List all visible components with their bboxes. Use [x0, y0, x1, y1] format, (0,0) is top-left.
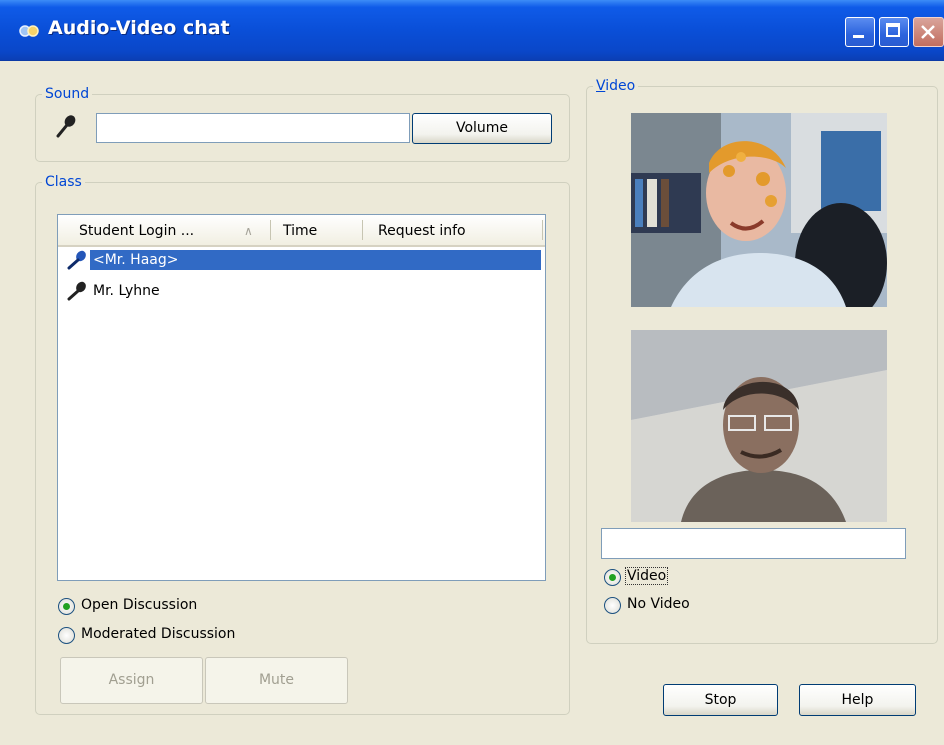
audio-video-chat-window: Audio-Video chat Sound Volume Class Stud…	[0, 0, 944, 745]
list-header: Student Login ... ∧ Time Request info	[58, 215, 545, 247]
list-item[interactable]: Mr. Lyhne	[58, 279, 545, 303]
column-time[interactable]: Time	[272, 215, 363, 245]
sort-ascending-icon: ∧	[244, 224, 253, 238]
column-label: Request info	[378, 223, 466, 239]
open-discussion-radio[interactable]	[58, 598, 75, 615]
microphone-icon	[67, 281, 86, 301]
close-icon	[921, 25, 935, 39]
microphone-icon	[67, 250, 86, 270]
moderated-discussion-label[interactable]: Moderated Discussion	[81, 626, 235, 642]
sound-group-label: Sound	[42, 85, 93, 103]
student-list[interactable]: Student Login ... ∧ Time Request info <M…	[57, 214, 546, 581]
help-button[interactable]: Help	[799, 684, 916, 716]
local-video-feed	[631, 330, 887, 522]
local-video-image	[631, 330, 887, 522]
maximize-icon	[886, 23, 900, 37]
volume-button[interactable]: Volume	[412, 113, 552, 144]
video-status-field	[601, 528, 906, 559]
window-title: Audio-Video chat	[48, 17, 230, 39]
column-label: Time	[283, 223, 318, 239]
stop-button[interactable]: Stop	[663, 684, 778, 716]
app-icon	[19, 25, 39, 37]
moderated-discussion-radio[interactable]	[58, 627, 75, 644]
title-bar[interactable]: Audio-Video chat	[0, 0, 944, 61]
minimize-icon	[853, 35, 864, 38]
microphone-icon	[56, 115, 76, 138]
close-button[interactable]	[913, 17, 944, 47]
column-label: Student Login ...	[79, 223, 195, 239]
video-group-label: Video	[593, 77, 639, 95]
student-name: Mr. Lyhne	[93, 283, 160, 299]
video-on-label[interactable]: Video	[625, 567, 669, 585]
sound-level-meter	[96, 113, 410, 143]
video-group-label-mnemonic: V	[596, 78, 606, 94]
class-group-label: Class	[42, 173, 85, 191]
maximize-button[interactable]	[879, 17, 909, 47]
column-separator[interactable]	[542, 220, 543, 240]
column-request-info[interactable]: Request info	[363, 215, 545, 245]
mute-button[interactable]: Mute	[205, 657, 348, 704]
no-video-label[interactable]: No Video	[627, 596, 690, 612]
open-discussion-label[interactable]: Open Discussion	[81, 597, 197, 613]
student-name: <Mr. Haag>	[90, 250, 541, 270]
remote-video-feed	[631, 113, 887, 307]
column-student-login[interactable]: Student Login ... ∧	[58, 215, 272, 245]
column-separator[interactable]	[270, 220, 271, 240]
video-on-radio[interactable]	[604, 569, 621, 586]
list-item[interactable]: <Mr. Haag>	[58, 248, 545, 272]
assign-button[interactable]: Assign	[60, 657, 203, 704]
minimize-button[interactable]	[845, 17, 875, 47]
remote-video-image	[631, 113, 887, 307]
no-video-radio[interactable]	[604, 597, 621, 614]
